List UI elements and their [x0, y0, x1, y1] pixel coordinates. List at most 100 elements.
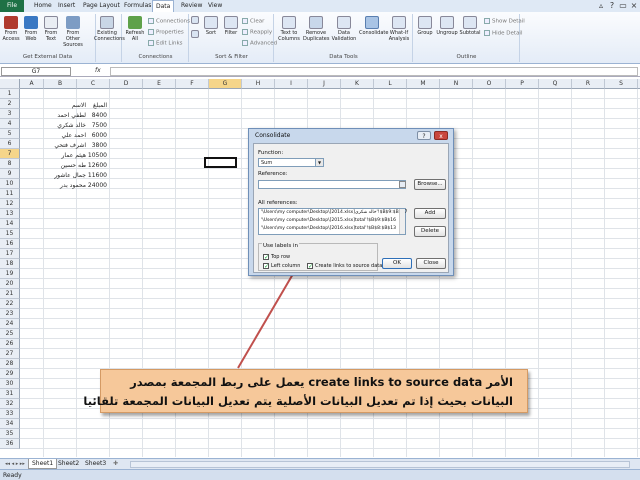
- ok-button[interactable]: OK: [382, 258, 412, 269]
- from-web-button[interactable]: From Web: [22, 16, 40, 42]
- filter-button[interactable]: Filter: [222, 16, 240, 36]
- from-text-button[interactable]: From Text: [42, 16, 60, 42]
- remove-duplicates-button[interactable]: Remove Duplicates: [303, 16, 329, 42]
- column-header-k[interactable]: K: [341, 79, 374, 89]
- sort-button[interactable]: Sort: [202, 16, 220, 36]
- all-references-list[interactable]: '\Users\my computer\Desktop\[2014.xlsx]خ…: [258, 208, 407, 235]
- refresh-all-button[interactable]: Refresh All: [125, 16, 145, 42]
- amount-cell[interactable]: 7500: [78, 121, 107, 131]
- edit-links-button[interactable]: Edit Links: [148, 40, 183, 47]
- column-header-c[interactable]: C: [77, 79, 110, 89]
- row-header-23[interactable]: 23: [0, 309, 20, 319]
- row-header-15[interactable]: 15: [0, 229, 20, 239]
- consolidate-button[interactable]: Consolidate: [359, 16, 388, 36]
- reapply-button[interactable]: Reapply: [242, 29, 272, 36]
- collapse-dialog-icon[interactable]: [399, 181, 406, 188]
- sheet-tab[interactable]: Sheet1: [28, 459, 58, 469]
- tab-file[interactable]: File: [0, 0, 24, 12]
- amount-cell[interactable]: 12600: [78, 161, 107, 171]
- what-if-analysis-button[interactable]: What-If Analysis: [387, 16, 411, 42]
- row-header-36[interactable]: 36: [0, 439, 20, 449]
- from-other-sources-button[interactable]: From Other Sources: [61, 16, 85, 48]
- browse-button[interactable]: Browse...: [414, 179, 446, 190]
- active-cell[interactable]: [204, 157, 237, 168]
- row-header-11[interactable]: 11: [0, 189, 20, 199]
- tab-insert[interactable]: Insert: [58, 0, 75, 12]
- row-header-8[interactable]: 8: [0, 159, 20, 169]
- row-header-14[interactable]: 14: [0, 219, 20, 229]
- column-header-g[interactable]: G: [209, 79, 242, 89]
- row-header-13[interactable]: 13: [0, 209, 20, 219]
- row-header-9[interactable]: 9: [0, 169, 20, 179]
- row-header-1[interactable]: 1: [0, 89, 20, 99]
- row-header-24[interactable]: 24: [0, 319, 20, 329]
- column-header-o[interactable]: O: [473, 79, 506, 89]
- column-header-h[interactable]: H: [242, 79, 275, 89]
- header-amount-cell[interactable]: المبلغ: [78, 101, 107, 111]
- row-header-35[interactable]: 35: [0, 429, 20, 439]
- ungroup-button[interactable]: Ungroup: [436, 16, 458, 36]
- column-header-l[interactable]: L: [374, 79, 407, 89]
- select-all-corner[interactable]: [0, 79, 20, 89]
- minimize-ribbon-icon[interactable]: ▵: [596, 1, 606, 11]
- column-header-m[interactable]: M: [407, 79, 440, 89]
- data-validation-button[interactable]: Data Validation: [331, 16, 357, 42]
- row-header-5[interactable]: 5: [0, 129, 20, 139]
- row-header-12[interactable]: 12: [0, 199, 20, 209]
- new-sheet-icon[interactable]: ✚: [110, 459, 121, 469]
- sheet-nav-arrows[interactable]: ◂◂ ◂ ▸ ▸▸: [2, 459, 28, 469]
- help-icon[interactable]: ?: [607, 1, 617, 11]
- column-header-e[interactable]: E: [143, 79, 176, 89]
- tab-data[interactable]: Data: [152, 0, 175, 12]
- show-detail-button[interactable]: Show Detail: [484, 18, 525, 25]
- reference-item[interactable]: '\Users\my computer\Desktop\[2015.xlsx]t…: [261, 218, 396, 224]
- close-icon[interactable]: ×: [629, 1, 639, 11]
- sort-az-button[interactable]: [190, 16, 200, 25]
- dialog-close-icon[interactable]: x: [434, 131, 448, 140]
- column-header-a[interactable]: A: [20, 79, 44, 89]
- row-header-27[interactable]: 27: [0, 349, 20, 359]
- properties-button[interactable]: Properties: [148, 29, 184, 36]
- text-to-columns-button[interactable]: Text to Columns: [277, 16, 301, 42]
- row-header-16[interactable]: 16: [0, 239, 20, 249]
- column-header-i[interactable]: I: [275, 79, 308, 89]
- tab-formulas[interactable]: Formulas: [124, 0, 151, 12]
- list-scrollbar[interactable]: [399, 209, 405, 234]
- row-header-7[interactable]: 7: [0, 149, 20, 159]
- column-header-p[interactable]: P: [506, 79, 539, 89]
- column-header-q[interactable]: Q: [539, 79, 572, 89]
- subtotal-button[interactable]: Subtotal: [459, 16, 481, 36]
- hide-detail-button[interactable]: Hide Detail: [484, 30, 523, 37]
- row-header-31[interactable]: 31: [0, 389, 20, 399]
- chevron-down-icon[interactable]: ▼: [315, 159, 323, 166]
- amount-cell[interactable]: 11600: [78, 171, 107, 181]
- fx-icon[interactable]: fx: [95, 67, 101, 74]
- row-header-17[interactable]: 17: [0, 249, 20, 259]
- sheet-tab[interactable]: Sheet3: [82, 459, 109, 469]
- dialog-help-button[interactable]: ?: [417, 131, 431, 140]
- column-header-j[interactable]: J: [308, 79, 341, 89]
- top-row-checkbox[interactable]: ✓: [263, 254, 269, 261]
- row-header-10[interactable]: 10: [0, 179, 20, 189]
- row-header-25[interactable]: 25: [0, 329, 20, 339]
- amount-cell[interactable]: 6000: [78, 131, 107, 141]
- from-access-button[interactable]: From Access: [2, 16, 20, 42]
- reference-input[interactable]: [258, 180, 406, 189]
- row-header-2[interactable]: 2: [0, 99, 20, 109]
- row-header-29[interactable]: 29: [0, 369, 20, 379]
- tab-home[interactable]: Home: [34, 0, 52, 12]
- function-select[interactable]: Sum ▼: [258, 158, 324, 167]
- column-header-b[interactable]: B: [44, 79, 77, 89]
- amount-cell[interactable]: 10500: [78, 151, 107, 161]
- row-header-28[interactable]: 28: [0, 359, 20, 369]
- row-header-19[interactable]: 19: [0, 269, 20, 279]
- row-header-34[interactable]: 34: [0, 419, 20, 429]
- amount-cell[interactable]: 24000: [78, 181, 107, 191]
- clear-button[interactable]: Clear: [242, 18, 264, 25]
- column-header-f[interactable]: F: [176, 79, 209, 89]
- existing-connections-button[interactable]: Existing Connections: [94, 16, 125, 42]
- left-column-checkbox[interactable]: ✓: [263, 263, 269, 270]
- amount-cell[interactable]: 3800: [78, 141, 107, 151]
- advanced-button[interactable]: Advanced: [242, 40, 277, 47]
- create-links-checkbox[interactable]: ✓: [307, 263, 313, 270]
